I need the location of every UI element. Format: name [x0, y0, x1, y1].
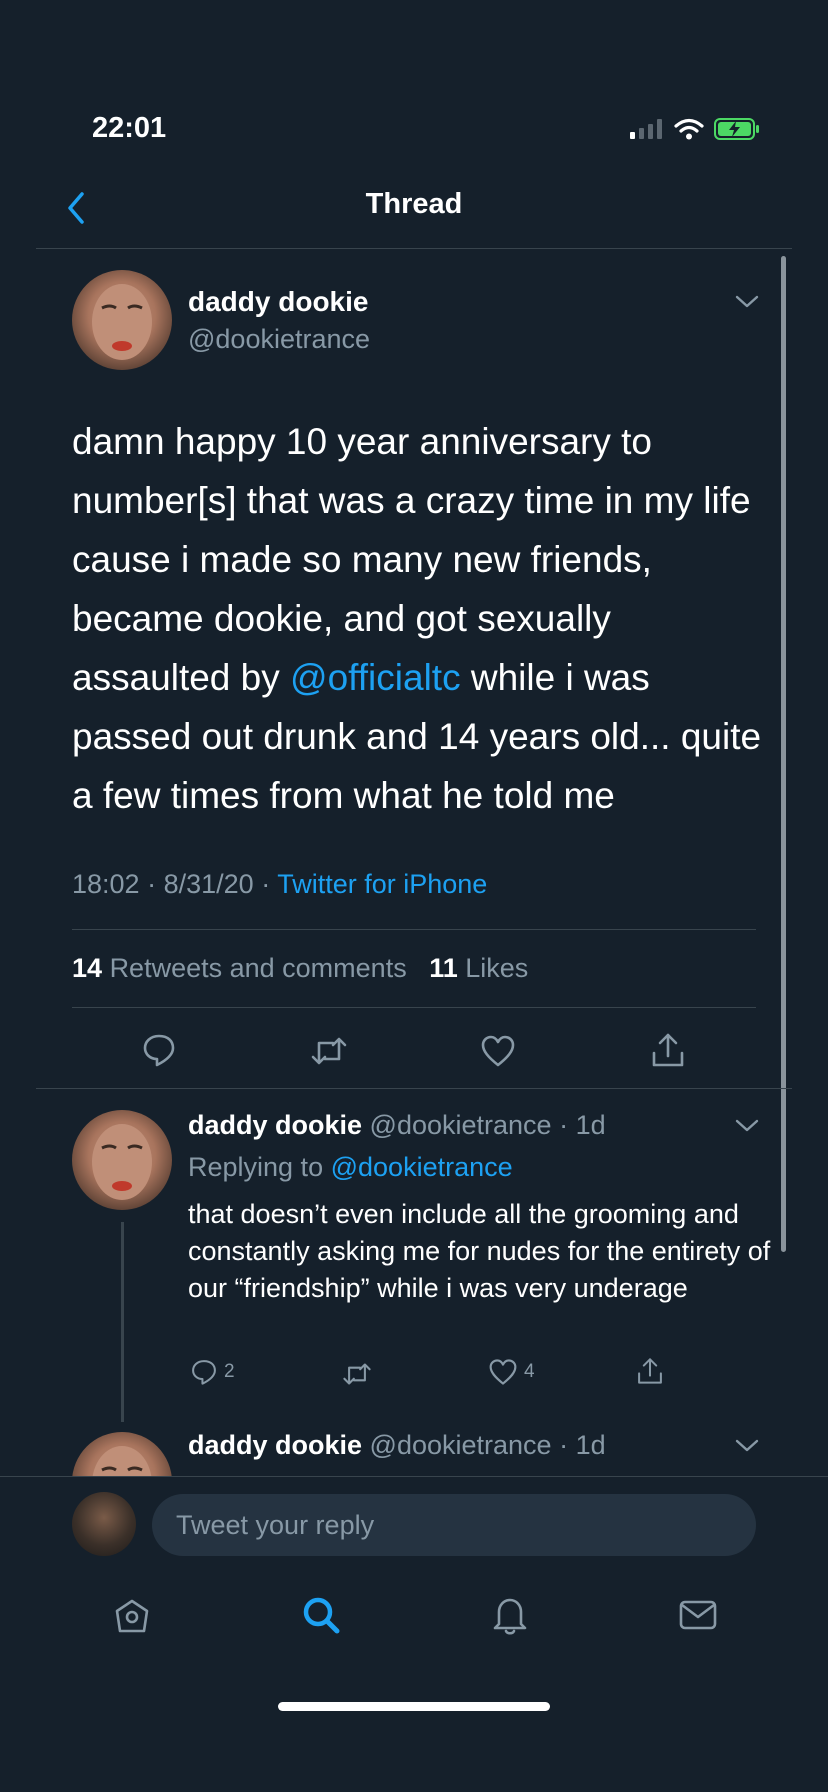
- search-icon: [303, 1597, 340, 1634]
- reply-header: daddy dookie @dookietrance · 1d: [188, 1430, 606, 1461]
- tweet-text: damn happy 10 year anniversary to number…: [72, 412, 772, 825]
- composer-divider: [0, 1476, 828, 1477]
- tweet-meta: 18:02 · 8/31/20 · Twitter for iPhone: [72, 869, 487, 900]
- share-icon: [638, 1358, 662, 1384]
- tweet-time: 18:02: [72, 869, 140, 899]
- divider: [72, 929, 756, 930]
- tweet-stats: 14 Retweets and comments 11 Likes: [72, 953, 528, 984]
- meta-separator: ·: [147, 869, 164, 899]
- thread-connector: [121, 1222, 124, 1422]
- reply-options-button[interactable]: [734, 1438, 760, 1459]
- tweet-options-button[interactable]: [734, 294, 760, 315]
- reply-age: 1d: [575, 1430, 606, 1460]
- divider: [36, 1088, 792, 1089]
- tab-home[interactable]: [112, 1596, 152, 1641]
- home-indicator: [278, 1702, 550, 1711]
- reply-button[interactable]: [141, 1032, 177, 1073]
- scrollbar[interactable]: [781, 256, 786, 1252]
- retweets-count: 14: [72, 953, 103, 983]
- avatar-photo: [92, 1446, 152, 1476]
- status-icons: [630, 118, 760, 140]
- reply-options-button[interactable]: [734, 1118, 760, 1139]
- author-name[interactable]: daddy dookie: [188, 286, 368, 318]
- author-handle[interactable]: @dookietrance: [188, 324, 370, 355]
- likes-stat[interactable]: 11 Likes: [429, 953, 528, 983]
- signal-icon: [630, 119, 662, 139]
- share-button[interactable]: [650, 1031, 686, 1074]
- home-icon: [115, 1599, 149, 1633]
- reply-count: 2: [224, 1361, 235, 1382]
- divider: [72, 1007, 756, 1008]
- replying-label: Replying to: [188, 1152, 324, 1182]
- tab-search[interactable]: [300, 1594, 342, 1641]
- reply-2-clip: daddy dookie @dookietrance · 1d: [0, 1420, 828, 1476]
- replying-to-link[interactable]: @dookietrance: [331, 1152, 513, 1182]
- retweet-icon: [311, 1037, 347, 1065]
- retweet-button[interactable]: [310, 1034, 348, 1073]
- avatar-photo: [92, 1124, 152, 1200]
- tab-messages[interactable]: [678, 1598, 718, 1637]
- chevron-down-icon: [735, 1119, 759, 1132]
- heart-icon: [489, 1359, 517, 1385]
- nav-divider: [36, 248, 792, 249]
- reply-author-handle[interactable]: @dookietrance: [370, 1430, 552, 1460]
- tweet-date: 8/31/20: [163, 869, 254, 899]
- avatar-photo: [92, 284, 152, 360]
- page-title: Thread: [365, 188, 463, 220]
- status-time: 22:01: [92, 112, 167, 144]
- wifi-icon: [674, 118, 704, 140]
- meta-separator: ·: [261, 869, 278, 899]
- likes-count: 11: [429, 953, 458, 983]
- user-avatar[interactable]: [72, 1492, 136, 1556]
- like-count: 4: [524, 1361, 535, 1382]
- share-icon: [652, 1033, 684, 1067]
- reply-age: 1d: [575, 1110, 606, 1140]
- retweets-stat[interactable]: 14 Retweets and comments: [72, 953, 407, 983]
- avatar[interactable]: [72, 270, 172, 370]
- reply-author-name[interactable]: daddy dookie: [188, 1110, 362, 1140]
- bell-icon: [493, 1598, 527, 1635]
- likes-label: Likes: [465, 953, 529, 983]
- chevron-down-icon: [735, 1439, 759, 1452]
- tweet-source-link[interactable]: Twitter for iPhone: [277, 869, 487, 899]
- retweet-icon: [343, 1363, 371, 1385]
- like-button[interactable]: [480, 1034, 516, 1073]
- reply-text: that doesn’t even include all the groomi…: [188, 1199, 771, 1303]
- reply-input[interactable]: Tweet your reply: [152, 1494, 756, 1556]
- avatar[interactable]: [72, 1110, 172, 1210]
- reply-header: daddy dookie @dookietrance · 1d: [188, 1110, 606, 1141]
- reply-author-handle[interactable]: @dookietrance: [370, 1110, 552, 1140]
- chevron-down-icon: [735, 295, 759, 308]
- replying-to-line: Replying to @dookietrance: [188, 1152, 513, 1183]
- heart-icon: [481, 1035, 515, 1067]
- tab-notifications[interactable]: [490, 1594, 530, 1641]
- mail-icon: [679, 1600, 717, 1630]
- meta-separator: ·: [551, 1110, 576, 1140]
- mention-link[interactable]: @officialtc: [290, 657, 461, 698]
- avatar[interactable]: [72, 1432, 172, 1476]
- comment-icon: [143, 1034, 175, 1067]
- like-button[interactable]: 4: [488, 1358, 535, 1386]
- retweets-label: Retweets and comments: [109, 953, 407, 983]
- battery-icon: [714, 118, 759, 140]
- reply-button[interactable]: 2: [190, 1358, 235, 1386]
- retweet-button[interactable]: [342, 1360, 372, 1393]
- comment-icon: [192, 1360, 216, 1385]
- share-button[interactable]: [636, 1356, 664, 1391]
- reply-author-name[interactable]: daddy dookie: [188, 1430, 362, 1460]
- meta-separator: ·: [551, 1430, 576, 1460]
